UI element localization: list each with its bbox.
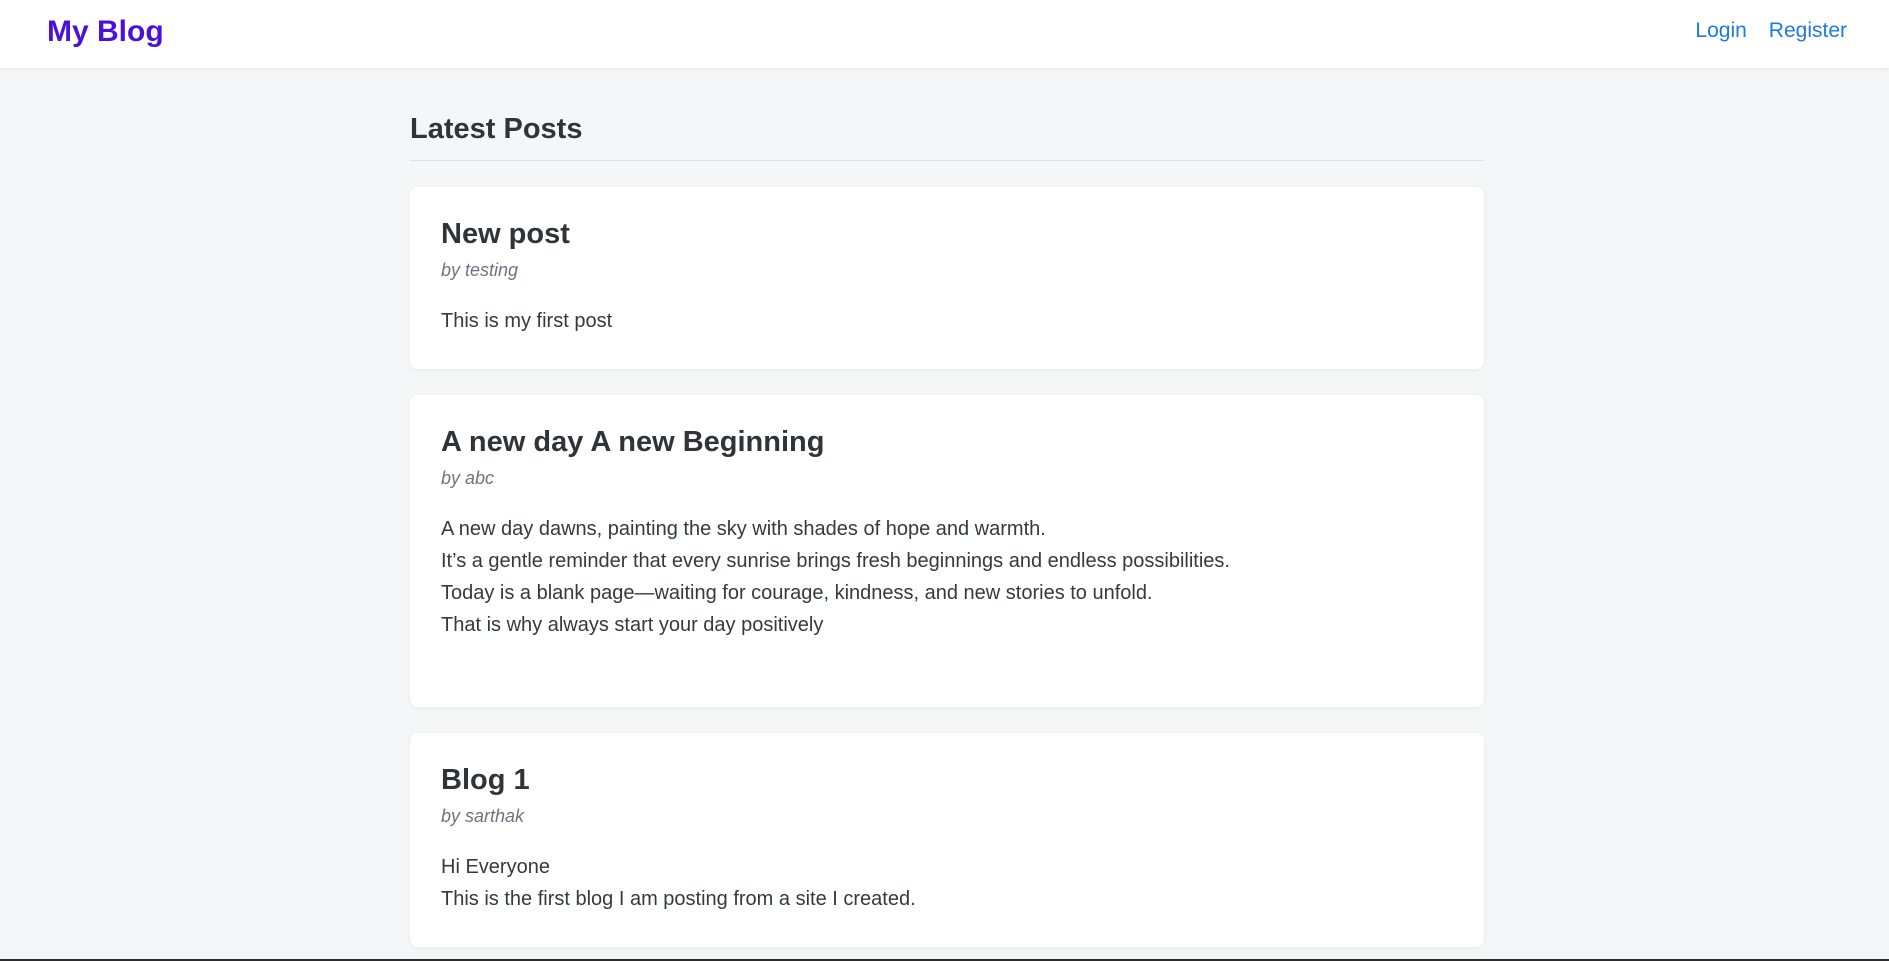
- post-body-line: This is the first blog I am posting from…: [441, 888, 916, 910]
- post-title[interactable]: A new day A new Beginning: [441, 425, 1453, 459]
- post-title[interactable]: New post: [441, 217, 1453, 251]
- post-author: by sarthak: [441, 806, 525, 826]
- post-card: Blog 1 by sarthak Hi Everyone This is th…: [410, 733, 1484, 947]
- post-card: New post by testing This is my first pos…: [410, 187, 1484, 369]
- post-body-line: A new day dawns, painting the sky with s…: [441, 518, 1046, 540]
- brand-logo-link[interactable]: My Blog: [47, 14, 164, 50]
- main-content: Latest Posts New post by testing This is…: [410, 68, 1484, 947]
- post-body-line: It’s a gentle reminder that every sunris…: [441, 550, 1230, 572]
- post-body-line: Today is a blank page—waiting for courag…: [441, 582, 1153, 604]
- post-body: Hi Everyone This is the first blog I am …: [441, 851, 1453, 915]
- post-body-line: That is why always start your day positi…: [441, 614, 824, 636]
- nav-links: Login Register: [1695, 18, 1847, 44]
- page-title: Latest Posts: [410, 68, 1484, 161]
- post-body-line: This is my first post: [441, 310, 613, 332]
- post-body: This is my first post: [441, 305, 1453, 337]
- top-navbar: My Blog Login Register: [0, 0, 1889, 68]
- login-link[interactable]: Login: [1695, 18, 1746, 44]
- register-link[interactable]: Register: [1769, 18, 1847, 44]
- post-author: by abc: [441, 468, 495, 488]
- post-body-line: Hi Everyone: [441, 856, 550, 878]
- post-card: A new day A new Beginning by abc A new d…: [410, 395, 1484, 707]
- post-author: by testing: [441, 260, 519, 280]
- post-body: A new day dawns, painting the sky with s…: [441, 513, 1453, 641]
- post-title[interactable]: Blog 1: [441, 763, 1453, 797]
